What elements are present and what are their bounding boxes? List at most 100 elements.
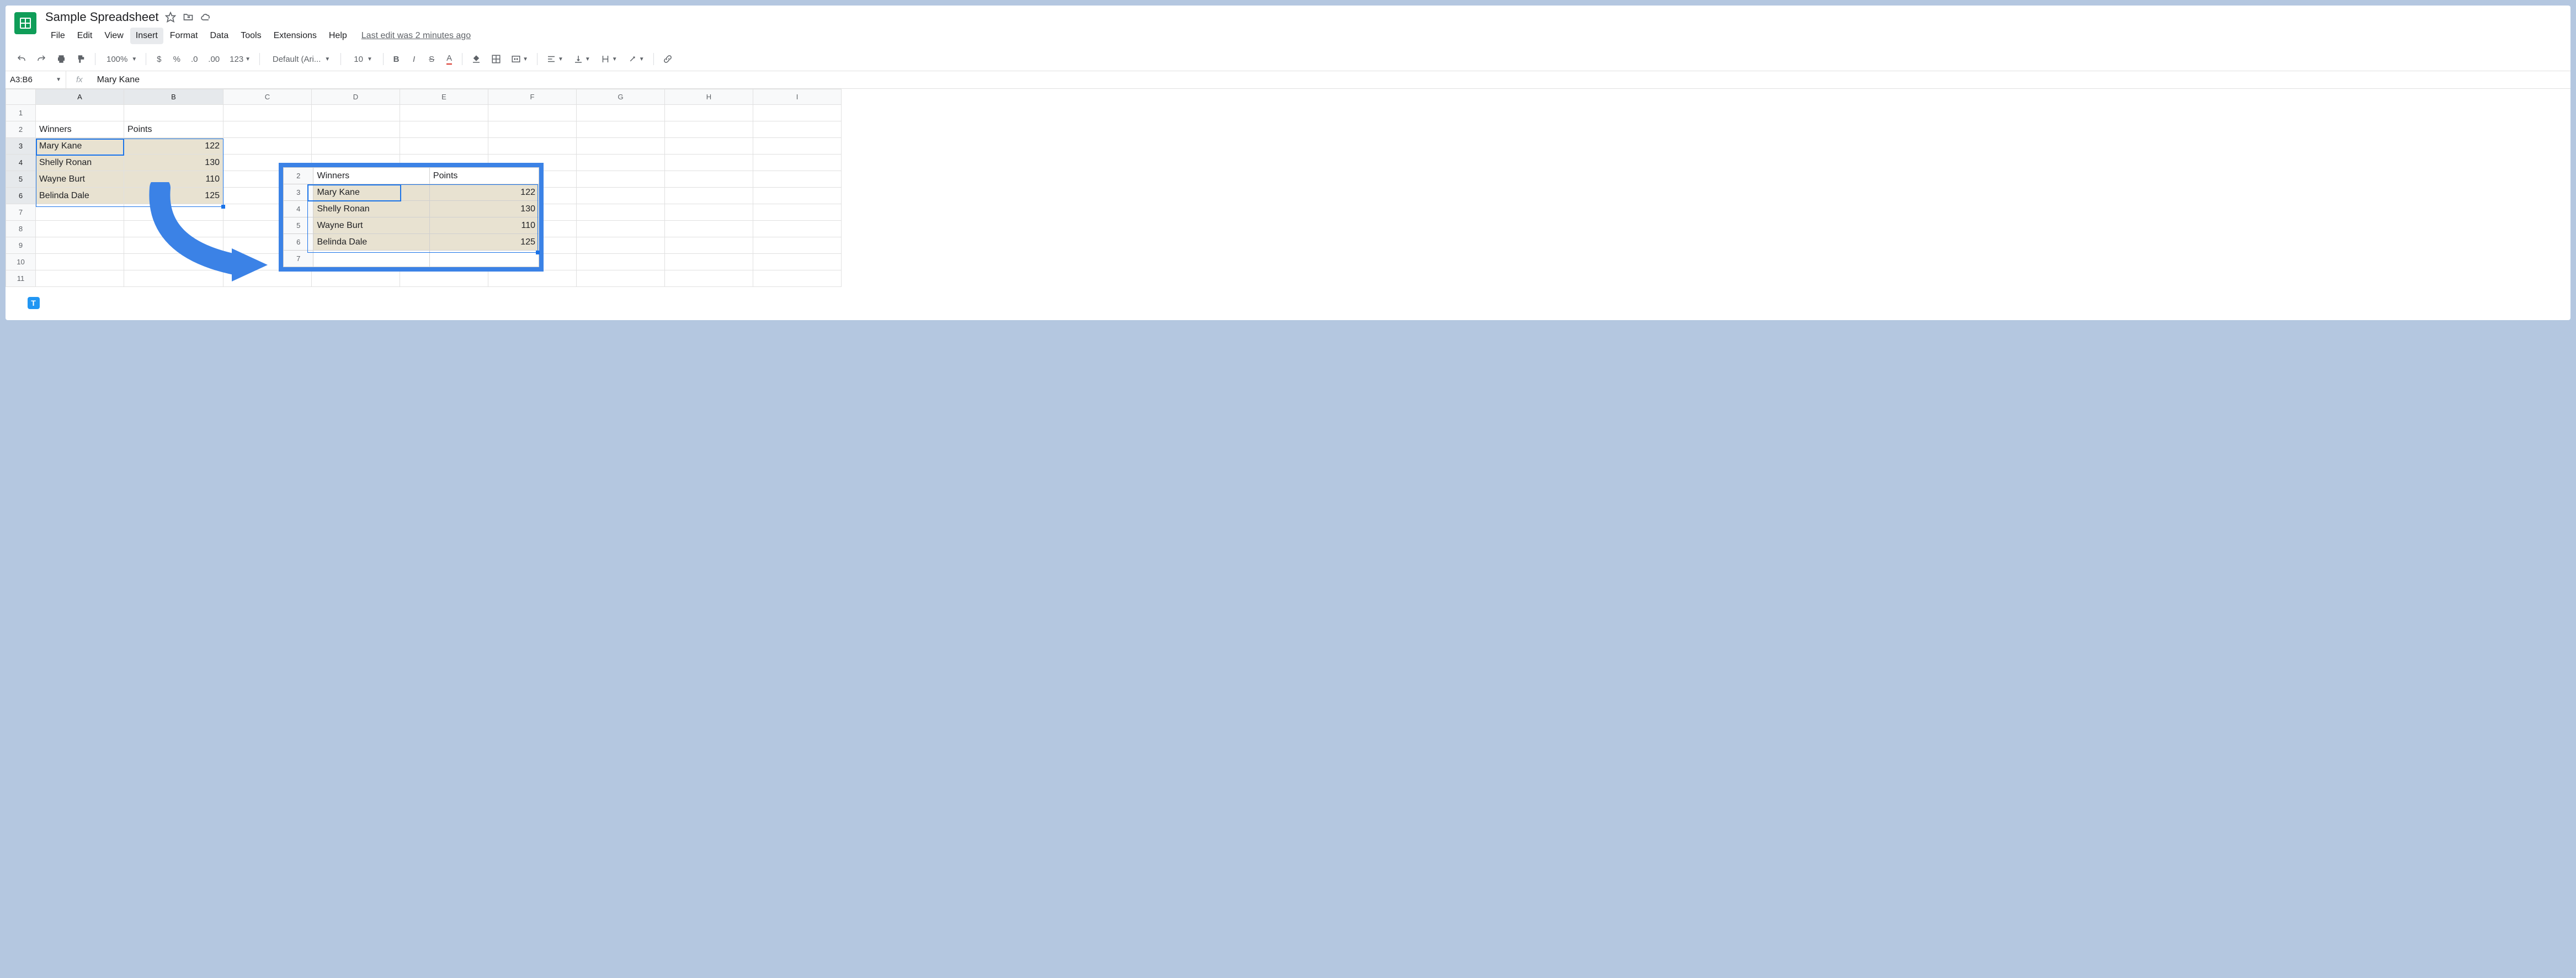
- italic-button[interactable]: I: [406, 51, 422, 67]
- cell-b1[interactable]: [124, 105, 223, 121]
- cloud-status-icon[interactable]: [200, 12, 211, 23]
- title-area: Sample Spreadsheet File Edit View Insert…: [6, 6, 2570, 44]
- row-header-11[interactable]: 11: [6, 270, 36, 287]
- sheets-logo-icon[interactable]: [14, 12, 36, 34]
- watermark-text: TEMPLATE.NET: [44, 299, 109, 307]
- last-edit-link[interactable]: Last edit was 2 minutes ago: [361, 31, 471, 41]
- cell-b2[interactable]: Points: [124, 121, 223, 138]
- popup-a2: Winners: [313, 168, 429, 184]
- popup-row-6: 6: [284, 234, 313, 251]
- cell-a2[interactable]: Winners: [36, 121, 124, 138]
- col-header-h[interactable]: H: [665, 89, 753, 105]
- popup-b5: 110: [429, 217, 539, 234]
- zoom-dropdown[interactable]: 100%▼: [100, 51, 141, 67]
- popup-selection-handle: [536, 251, 540, 254]
- row-header-5[interactable]: 5: [6, 171, 36, 188]
- text-rotation-dropdown[interactable]: ▼: [623, 51, 649, 67]
- namebox-row: A3:B6▼ fx Mary Kane: [6, 71, 2570, 89]
- print-button[interactable]: [52, 51, 71, 67]
- popup-row-4: 4: [284, 201, 313, 217]
- format-currency-button[interactable]: $: [151, 51, 167, 67]
- doc-title[interactable]: Sample Spreadsheet: [45, 10, 158, 24]
- popup-b2: Points: [429, 168, 539, 184]
- cell-b3[interactable]: 122: [124, 138, 223, 155]
- col-header-f[interactable]: F: [488, 89, 577, 105]
- app-window: Sample Spreadsheet File Edit View Insert…: [6, 6, 2570, 320]
- col-header-d[interactable]: D: [312, 89, 400, 105]
- decrease-decimal-button[interactable]: .0: [186, 51, 203, 67]
- col-header-e[interactable]: E: [400, 89, 488, 105]
- menu-file[interactable]: File: [45, 28, 71, 44]
- col-header-b[interactable]: B: [124, 89, 223, 105]
- cell-b4[interactable]: 130: [124, 155, 223, 171]
- cell-a5[interactable]: Wayne Burt: [36, 171, 124, 188]
- menu-tools[interactable]: Tools: [235, 28, 267, 44]
- menu-help[interactable]: Help: [323, 28, 353, 44]
- row-header-4[interactable]: 4: [6, 155, 36, 171]
- vertical-align-dropdown[interactable]: ▼: [569, 51, 595, 67]
- increase-decimal-button[interactable]: .00: [204, 51, 224, 67]
- horizontal-align-dropdown[interactable]: ▼: [542, 51, 568, 67]
- row-header-3[interactable]: 3: [6, 138, 36, 155]
- formula-bar[interactable]: Mary Kane: [93, 75, 2570, 85]
- select-all-corner[interactable]: [6, 89, 36, 105]
- text-wrap-dropdown[interactable]: ▼: [596, 51, 622, 67]
- more-formats-dropdown[interactable]: 123▼: [225, 51, 255, 67]
- row-header-1[interactable]: 1: [6, 105, 36, 121]
- undo-button[interactable]: [12, 51, 31, 67]
- col-header-i[interactable]: I: [753, 89, 842, 105]
- col-header-a[interactable]: A: [36, 89, 124, 105]
- menu-edit[interactable]: Edit: [72, 28, 98, 44]
- cell-a4[interactable]: Shelly Ronan: [36, 155, 124, 171]
- watermark: T TEMPLATE.NET: [28, 297, 109, 309]
- row-header-7[interactable]: 7: [6, 204, 36, 221]
- popup-a4: Shelly Ronan: [313, 201, 429, 217]
- popup-row-2: 2: [284, 168, 313, 184]
- popup-b4: 130: [429, 201, 539, 217]
- arrow-icon: [143, 182, 270, 293]
- row-header-8[interactable]: 8: [6, 221, 36, 237]
- popup-a3: Mary Kane: [313, 184, 429, 201]
- menubar: File Edit View Insert Format Data Tools …: [45, 28, 2562, 44]
- popup-preview: 2WinnersPoints 3Mary Kane122 4Shelly Ron…: [279, 163, 544, 272]
- col-header-c[interactable]: C: [223, 89, 312, 105]
- star-icon[interactable]: [165, 12, 176, 23]
- toolbar: 100%▼ $ % .0 .00 123▼ Default (Ari...▼ 1…: [6, 47, 2570, 71]
- popup-row-7: 7: [284, 251, 313, 267]
- format-percent-button[interactable]: %: [168, 51, 185, 67]
- name-box[interactable]: A3:B6▼: [6, 71, 66, 88]
- popup-row-5: 5: [284, 217, 313, 234]
- popup-a5: Wayne Burt: [313, 217, 429, 234]
- menu-insert[interactable]: Insert: [130, 28, 163, 44]
- cell-a3[interactable]: Mary Kane: [36, 138, 124, 155]
- font-dropdown[interactable]: Default (Ari...▼: [264, 51, 336, 67]
- text-color-button[interactable]: A: [441, 51, 457, 67]
- row-header-10[interactable]: 10: [6, 254, 36, 270]
- font-size-dropdown[interactable]: 10▼: [345, 51, 379, 67]
- row-header-6[interactable]: 6: [6, 188, 36, 204]
- strikethrough-button[interactable]: S: [423, 51, 440, 67]
- fill-color-button[interactable]: [467, 51, 486, 67]
- menu-extensions[interactable]: Extensions: [268, 28, 322, 44]
- col-header-g[interactable]: G: [577, 89, 665, 105]
- popup-b3: 122: [429, 184, 539, 201]
- popup-row-3: 3: [284, 184, 313, 201]
- watermark-icon: T: [28, 297, 40, 309]
- merge-cells-dropdown[interactable]: ▼: [507, 51, 533, 67]
- fx-icon: fx: [66, 75, 93, 84]
- move-folder-icon[interactable]: [183, 12, 194, 23]
- redo-button[interactable]: [32, 51, 51, 67]
- menu-view[interactable]: View: [99, 28, 129, 44]
- row-header-2[interactable]: 2: [6, 121, 36, 138]
- insert-link-button[interactable]: [658, 51, 677, 67]
- menu-data[interactable]: Data: [204, 28, 234, 44]
- popup-b6: 125: [429, 234, 539, 251]
- borders-button[interactable]: [487, 51, 505, 67]
- bold-button[interactable]: B: [388, 51, 405, 67]
- cell-a6[interactable]: Belinda Dale: [36, 188, 124, 204]
- row-header-9[interactable]: 9: [6, 237, 36, 254]
- cell-a1[interactable]: [36, 105, 124, 121]
- popup-a6: Belinda Dale: [313, 234, 429, 251]
- paint-format-button[interactable]: [72, 51, 91, 67]
- menu-format[interactable]: Format: [164, 28, 204, 44]
